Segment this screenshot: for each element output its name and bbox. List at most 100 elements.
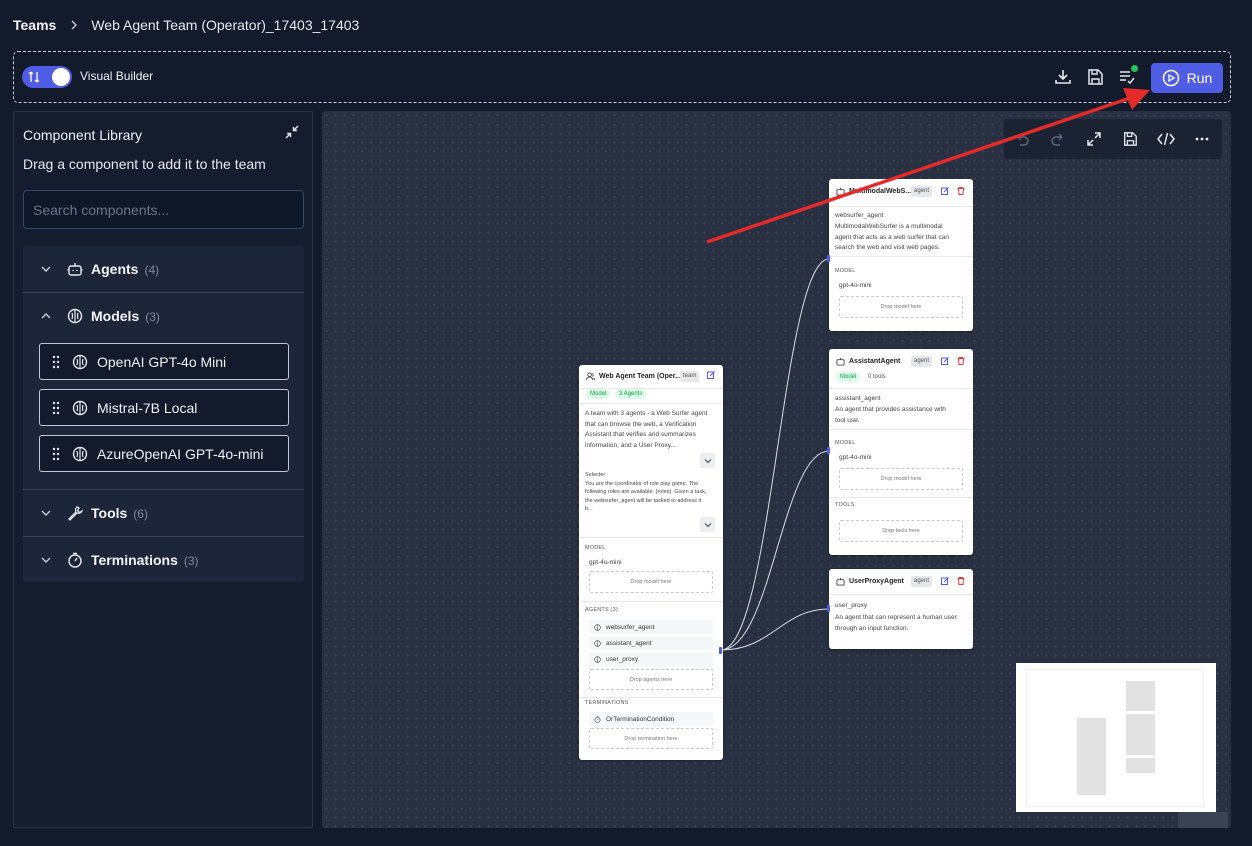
team-agent-row[interactable]: user_proxy xyxy=(589,652,713,666)
canvas-controls xyxy=(1004,119,1222,159)
edit-icon[interactable] xyxy=(707,371,715,379)
builder-canvas[interactable]: Web Agent Team (Oper... team Model 3 Age… xyxy=(322,111,1231,828)
connection-handle[interactable] xyxy=(827,605,830,612)
drag-handle-icon[interactable] xyxy=(52,355,60,369)
more-options-icon[interactable] xyxy=(1192,129,1212,149)
save-icon[interactable] xyxy=(1120,129,1140,149)
breadcrumb-teams-link[interactable]: Teams xyxy=(13,17,56,33)
agent-description: MultimodalWebSurfer is a multimodal agen… xyxy=(835,223,949,251)
model-item[interactable]: OpenAI GPT-4o Mini xyxy=(39,343,289,380)
breadcrumb: Teams Web Agent Team (Operator)_17403_17… xyxy=(13,16,359,34)
drop-model-zone[interactable]: Drop model here xyxy=(839,296,963,318)
edit-icon[interactable] xyxy=(941,357,949,365)
edge xyxy=(720,608,830,651)
expand-selector-button[interactable] xyxy=(700,517,715,532)
redo-icon[interactable] xyxy=(1048,129,1068,149)
visual-builder-label: Visual Builder xyxy=(80,69,154,83)
category-agents[interactable]: Agents (4) xyxy=(23,246,304,292)
agent-name: user_proxy xyxy=(835,602,868,609)
agent-node-title: MultimodalWebS... xyxy=(849,188,912,195)
trash-icon[interactable] xyxy=(957,577,965,585)
category-label: Agents (4) xyxy=(91,261,160,277)
edge xyxy=(720,258,830,651)
attribution-tab xyxy=(1178,812,1228,828)
brain-icon xyxy=(67,308,83,324)
termination-row[interactable]: OrTerminationCondition xyxy=(589,712,713,726)
model-item[interactable]: AzureOpenAI GPT-4o-mini xyxy=(39,435,289,472)
validate-list-check-icon[interactable] xyxy=(1117,65,1138,87)
play-circle-icon xyxy=(1162,69,1179,87)
drop-agents-zone[interactable]: Drop agents here xyxy=(589,669,713,690)
drop-model-zone[interactable]: Drop model here xyxy=(839,468,963,490)
agents-count-pill: 3 Agents xyxy=(615,389,647,399)
connection-handle[interactable] xyxy=(719,647,722,654)
trash-icon[interactable] xyxy=(957,187,965,195)
category-label: Terminations (3) xyxy=(91,552,199,568)
users-icon xyxy=(586,372,595,381)
divider xyxy=(579,601,723,602)
search-components-input[interactable] xyxy=(23,190,304,229)
agent-description: An agent that provides assistance with t… xyxy=(835,406,946,424)
connection-handle[interactable] xyxy=(827,255,830,262)
team-agent-row[interactable]: websurfer_agent xyxy=(589,620,713,634)
builder-toolbar: Visual Builder Run xyxy=(13,51,1231,103)
category-tools[interactable]: Tools (6) xyxy=(23,490,304,536)
drop-tools-zone[interactable]: Drop tools here xyxy=(839,520,963,542)
agent-node-assistant[interactable]: AssistantAgent agent Model 0 tools assis… xyxy=(827,349,973,555)
divider xyxy=(579,697,723,698)
team-node[interactable]: Web Agent Team (Oper... team Model 3 Age… xyxy=(579,365,723,760)
model-item[interactable]: Mistral-7B Local xyxy=(39,389,289,426)
minimap-node xyxy=(1077,718,1106,795)
breadcrumb-current-team: Web Agent Team (Operator)_17403_17403 xyxy=(91,17,360,33)
divider xyxy=(579,403,723,404)
drag-handle-icon[interactable] xyxy=(52,401,60,415)
component-library-title: Component Library xyxy=(23,127,143,143)
team-agent-row[interactable]: assistant_agent xyxy=(589,636,713,650)
trash-icon[interactable] xyxy=(957,357,965,365)
team-badge: team xyxy=(680,371,700,382)
timer-icon xyxy=(594,715,601,723)
expand-description-button[interactable] xyxy=(700,453,715,468)
status-dot xyxy=(1131,65,1138,72)
brain-icon xyxy=(72,354,88,370)
divider xyxy=(829,256,973,257)
code-icon[interactable] xyxy=(1156,129,1176,149)
node-header: Web Agent Team (Oper... team xyxy=(579,365,723,389)
wrench-icon xyxy=(68,506,83,521)
divider xyxy=(829,497,973,498)
brain-icon xyxy=(594,623,601,631)
agent-node-websurfer[interactable]: MultimodalWebS... agent websurfer_agent … xyxy=(827,179,973,331)
visual-builder-toggle[interactable] xyxy=(22,66,72,88)
team-node-title: Web Agent Team (Oper... xyxy=(599,373,681,380)
drop-termination-zone[interactable]: Drop termination here xyxy=(589,728,713,749)
fullscreen-icon[interactable] xyxy=(1084,129,1104,149)
brain-icon xyxy=(72,400,88,416)
component-library-hint: Drag a component to add it to the team xyxy=(23,156,266,172)
drag-handle-icon[interactable] xyxy=(52,447,60,461)
edit-icon[interactable] xyxy=(941,187,949,195)
category-models[interactable]: Models (3) xyxy=(23,293,304,339)
drop-model-zone[interactable]: Drop model here xyxy=(589,571,713,593)
minimap[interactable] xyxy=(1016,663,1216,812)
agent-node-title: UserProxyAgent xyxy=(849,578,904,585)
connection-handle[interactable] xyxy=(827,447,830,454)
run-button[interactable]: Run xyxy=(1151,63,1223,93)
agent-model-value: gpt-4o-mini xyxy=(839,282,872,289)
model-section-label: MODEL xyxy=(585,545,606,551)
category-terminations[interactable]: Terminations (3) xyxy=(23,537,304,583)
download-icon[interactable] xyxy=(1053,67,1073,87)
model-section-label: MODEL xyxy=(835,440,856,446)
model-item-label: AzureOpenAI GPT-4o-mini xyxy=(97,445,264,462)
tools-section-label: TOOLS xyxy=(835,502,855,508)
undo-icon[interactable] xyxy=(1012,129,1032,149)
edit-icon[interactable] xyxy=(941,577,949,585)
terminations-section-label: TERMINATIONS xyxy=(585,700,629,706)
team-model-value: gpt-4o-mini xyxy=(589,559,622,566)
save-icon[interactable] xyxy=(1085,67,1105,87)
category-label: Tools (6) xyxy=(91,505,148,521)
agent-node-user-proxy[interactable]: UserProxyAgent agent user_proxy An agent… xyxy=(827,569,973,649)
minimap-viewport xyxy=(1026,669,1204,807)
collapse-icon[interactable] xyxy=(284,124,300,140)
robot-icon xyxy=(836,577,845,586)
agent-badge: agent xyxy=(911,186,933,197)
